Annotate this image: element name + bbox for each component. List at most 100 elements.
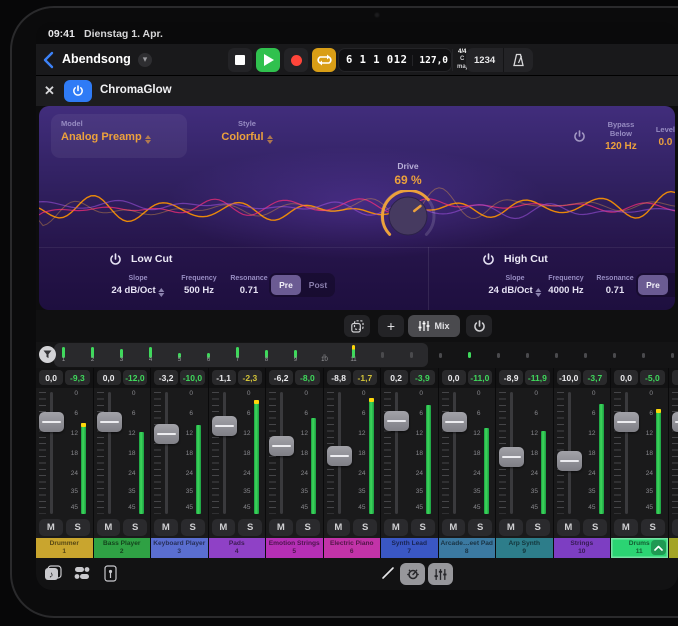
fader-handle[interactable]	[327, 446, 352, 466]
filter-button[interactable]	[39, 346, 56, 363]
pre-button[interactable]: Pre	[271, 275, 301, 295]
fader-handle[interactable]	[39, 412, 64, 432]
mute-button[interactable]: M	[614, 519, 638, 536]
mute-button[interactable]: M	[327, 519, 351, 536]
bypass-below-field[interactable]: Bypass Below 120 Hz	[596, 120, 646, 152]
stepper-icon[interactable]	[267, 135, 273, 144]
track-name-tile[interactable]: Keyboard Player3	[151, 538, 208, 558]
fader-handle[interactable]	[212, 416, 237, 436]
chevron-down-icon[interactable]: ▾	[138, 53, 152, 67]
track-name-tile[interactable]: Arp Synth9	[496, 538, 553, 558]
lowcut-slope-field[interactable]: Slope 24 dB/Oct	[111, 275, 164, 297]
record-button[interactable]	[284, 48, 308, 72]
mute-button[interactable]: M	[97, 519, 121, 536]
stop-button[interactable]	[228, 48, 252, 72]
track-name-tile[interactable]: Emotion Strings5	[266, 538, 323, 558]
fader-handle[interactable]	[154, 424, 179, 444]
solo-button[interactable]: S	[641, 519, 665, 536]
volume-value[interactable]: -8,8	[327, 370, 351, 385]
fader-handle[interactable]	[442, 412, 467, 432]
track-controls-button[interactable]	[74, 565, 90, 581]
solo-button[interactable]: S	[181, 519, 205, 536]
model-selector[interactable]: Model Analog Preamp	[51, 114, 187, 158]
mute-button[interactable]: M	[154, 519, 178, 536]
stepper-icon[interactable]	[159, 288, 165, 297]
track-name-tile[interactable]: Arcade…eet Pad8	[439, 538, 496, 558]
track-overview[interactable]: 1234567891011	[36, 342, 678, 368]
track-name-tile[interactable]: Strings10	[554, 538, 611, 558]
fader-handle[interactable]	[614, 412, 639, 432]
stepper-icon[interactable]	[145, 135, 151, 144]
cycle-button[interactable]	[312, 48, 336, 72]
volume-value[interactable]: -10,0	[557, 370, 581, 385]
smart-controls-button[interactable]	[400, 563, 425, 585]
highcut-power-button[interactable]	[482, 253, 495, 266]
fader-handle[interactable]	[557, 451, 582, 471]
mute-button[interactable]: M	[212, 519, 236, 536]
mute-button[interactable]: M	[39, 519, 63, 536]
track-name-tile[interactable]: Chorus V12	[669, 538, 678, 558]
metronome-button[interactable]	[503, 48, 533, 72]
volume-value[interactable]: 0,0	[97, 370, 121, 385]
mix-view-button[interactable]: Mix	[408, 315, 460, 337]
volume-value[interactable]: -3,2	[154, 370, 178, 385]
chevron-up-button[interactable]	[651, 540, 666, 555]
fader-handle[interactable]	[672, 412, 678, 432]
loop-browser-button[interactable]: ♪	[44, 565, 62, 581]
solo-button[interactable]: S	[353, 519, 377, 536]
mute-button[interactable]: M	[499, 519, 523, 536]
plugin-power-button[interactable]	[64, 80, 92, 102]
post-button[interactable]: Post	[303, 275, 333, 295]
duplicate-button[interactable]	[344, 315, 370, 337]
mute-button[interactable]: M	[557, 519, 581, 536]
volume-value[interactable]: -1,1	[212, 370, 236, 385]
channel-strip-button[interactable]	[104, 565, 117, 582]
lowcut-power-button[interactable]	[109, 253, 122, 266]
solo-button[interactable]: S	[526, 519, 550, 536]
volume-value[interactable]: 0,2	[384, 370, 408, 385]
track-name-tile[interactable]: Electric Piano6	[324, 538, 381, 558]
solo-button[interactable]: S	[296, 519, 320, 536]
volume-value[interactable]: 0,0	[39, 370, 63, 385]
track-name-tile[interactable]: Pads4	[209, 538, 266, 558]
solo-button[interactable]: S	[123, 519, 147, 536]
bypass-power-button[interactable]	[573, 130, 586, 143]
fader-handle[interactable]	[384, 411, 409, 431]
track-name-tile[interactable]: Synth Lead7	[381, 538, 438, 558]
fader-handle[interactable]	[97, 412, 122, 432]
mute-button[interactable]: M	[672, 519, 678, 536]
track-name-tile[interactable]: Bass Player2	[94, 538, 151, 558]
track-name-tile[interactable]: Drummer1	[36, 538, 93, 558]
highcut-resonance-field[interactable]: Resonance 0.71	[596, 275, 633, 296]
solo-button[interactable]: S	[411, 519, 435, 536]
pre-button[interactable]: Pre	[638, 275, 668, 295]
play-button[interactable]	[256, 48, 280, 72]
highcut-frequency-field[interactable]: Frequency 4000 Hz	[548, 275, 583, 296]
stepper-icon[interactable]	[536, 288, 542, 297]
lowcut-frequency-field[interactable]: Frequency 500 Hz	[181, 275, 216, 296]
overview-window[interactable]	[54, 343, 428, 367]
project-title[interactable]: Abendsong	[62, 52, 131, 66]
track-name-tile[interactable]: Drums11	[611, 538, 668, 558]
solo-button[interactable]: S	[583, 519, 607, 536]
mixer-power-button[interactable]	[466, 315, 492, 337]
mute-button[interactable]: M	[384, 519, 408, 536]
highcut-slope-field[interactable]: Slope 24 dB/Oct	[488, 275, 541, 297]
volume-value[interactable]: -8,9	[499, 370, 523, 385]
post-button[interactable]: Post	[670, 275, 675, 295]
style-selector[interactable]: Style Colorful	[197, 114, 297, 158]
back-button[interactable]	[42, 51, 56, 69]
volume-value[interactable]: -6,2	[269, 370, 293, 385]
fader-handle[interactable]	[269, 436, 294, 456]
volume-value[interactable]: 0,0	[614, 370, 638, 385]
lcd-display[interactable]: 6 1 1 012 127,0 4/4 C maj In Out MIDI	[338, 48, 452, 72]
mute-button[interactable]: M	[269, 519, 293, 536]
volume-value[interactable]: 0,0	[672, 370, 678, 385]
count-in-button[interactable]: 1234	[466, 55, 503, 66]
solo-button[interactable]: S	[66, 519, 90, 536]
volume-value[interactable]: 0,0	[442, 370, 466, 385]
level-field[interactable]: Level 0.0	[656, 125, 675, 148]
solo-button[interactable]: S	[238, 519, 262, 536]
lowcut-resonance-field[interactable]: Resonance 0.71	[230, 275, 267, 296]
close-icon[interactable]: ✕	[44, 83, 55, 99]
